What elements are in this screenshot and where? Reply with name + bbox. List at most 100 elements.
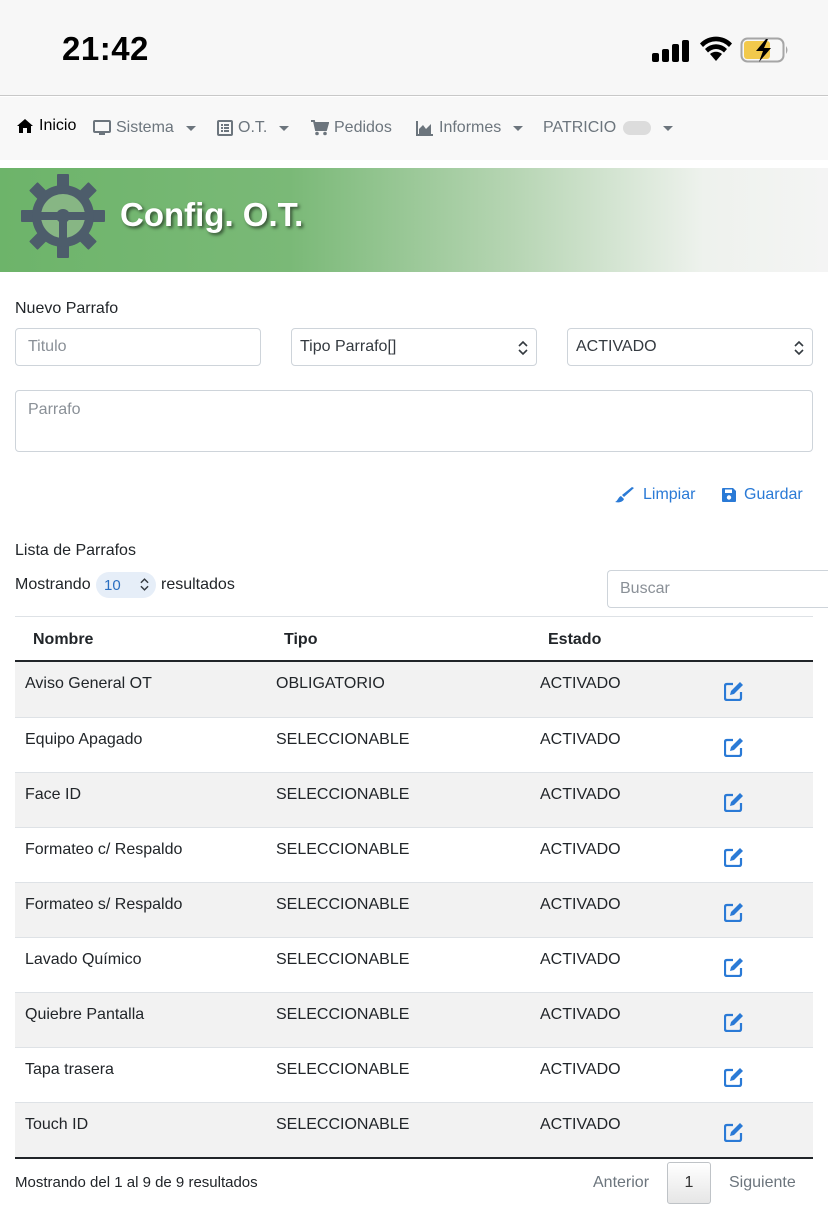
edit-icon[interactable]	[724, 902, 744, 922]
cell-tipo: OBLIGATORIO	[276, 675, 385, 692]
brush-icon	[615, 487, 634, 503]
edit-icon[interactable]	[724, 792, 744, 812]
save-icon	[722, 488, 736, 502]
tipo-parrafo-value: Tipo Parrafo[]	[300, 338, 397, 355]
column-header-nombre[interactable]: Nombre	[33, 631, 93, 649]
limpiar-label: Limpiar	[643, 486, 696, 503]
caret-down-icon	[513, 125, 524, 131]
edit-icon[interactable]	[724, 1012, 744, 1032]
nav-item-pedidos[interactable]: Pedidos	[311, 119, 392, 137]
cell-estado: ACTIVADO	[540, 675, 621, 692]
page-length-value: 10	[104, 576, 121, 594]
cell-estado: ACTIVADO	[540, 951, 621, 968]
table-row: Touch ID SELECCIONABLE ACTIVADO	[15, 1102, 813, 1157]
cell-tipo: SELECCIONABLE	[276, 1116, 410, 1133]
list-label: Lista de Parrafos	[15, 542, 136, 559]
nav-item-user[interactable]: PATRICIO	[543, 119, 674, 137]
search-input[interactable]: Buscar	[607, 570, 828, 608]
titulo-placeholder: Titulo	[28, 338, 67, 355]
list-icon	[217, 120, 233, 136]
nav-item-inicio[interactable]: Inicio	[16, 117, 76, 135]
search-placeholder: Buscar	[620, 580, 670, 597]
cell-tipo: SELECCIONABLE	[276, 951, 410, 968]
nav-label: O.T.	[238, 119, 268, 136]
cell-nombre: Formateo s/ Respaldo	[25, 896, 183, 913]
select-arrows-icon	[140, 578, 149, 591]
select-arrows-icon	[518, 340, 528, 356]
home-icon	[17, 119, 33, 133]
edit-icon[interactable]	[724, 1067, 744, 1087]
cell-tipo: SELECCIONABLE	[276, 1006, 410, 1023]
cell-estado: ACTIVADO	[540, 841, 621, 858]
edit-icon[interactable]	[724, 737, 744, 757]
nav-label: Pedidos	[334, 119, 392, 136]
guardar-label: Guardar	[744, 486, 803, 503]
nav-item-ot[interactable]: O.T.	[217, 119, 290, 137]
cell-nombre: Quiebre Pantalla	[25, 1006, 145, 1023]
nav-item-sistema[interactable]: Sistema	[93, 119, 196, 137]
table-row: Tapa trasera SELECCIONABLE ACTIVADO	[15, 1047, 813, 1102]
guardar-button[interactable]: Guardar	[722, 486, 803, 504]
cell-estado: ACTIVADO	[540, 786, 621, 803]
paragraphs-table: Nombre Tipo Estado Aviso General OT OBLIG…	[15, 616, 813, 1159]
nav-item-informes[interactable]: Informes	[416, 119, 524, 137]
clock: 21:42	[62, 30, 149, 67]
cell-nombre: Face ID	[25, 786, 82, 803]
cellular-signal-icon	[652, 38, 692, 62]
wifi-icon	[700, 36, 732, 61]
column-header-estado[interactable]: Estado	[548, 631, 601, 649]
battery-charging-icon	[740, 37, 788, 63]
cell-tipo: SELECCIONABLE	[276, 731, 410, 748]
cell-tipo: SELECCIONABLE	[276, 1061, 410, 1078]
table-row: Lavado Químico SELECCIONABLE ACTIVADO	[15, 937, 813, 992]
cart-icon	[311, 120, 329, 136]
new-paragraph-label: Nuevo Parrafo	[15, 300, 119, 317]
cell-nombre: Lavado Químico	[25, 951, 142, 968]
showing-suffix: resultados	[161, 576, 235, 593]
estado-value: ACTIVADO	[576, 338, 657, 355]
cell-tipo: SELECCIONABLE	[276, 841, 410, 858]
table-row: Quiebre Pantalla SELECCIONABLE ACTIVADO	[15, 992, 813, 1047]
caret-down-icon	[185, 125, 196, 131]
edit-icon[interactable]	[724, 957, 744, 977]
table-body: Aviso General OT OBLIGATORIO ACTIVADO Equip…	[15, 662, 813, 1157]
cell-estado: ACTIVADO	[540, 731, 621, 748]
table-bottom-border	[15, 1157, 813, 1159]
tipo-parrafo-select[interactable]: Tipo Parrafo[]	[291, 328, 537, 366]
table-header: Nombre Tipo Estado	[15, 616, 813, 662]
monitor-icon	[93, 120, 111, 135]
main-navbar: Inicio Sistema O.T. Pedidos Informes PAT…	[0, 97, 828, 160]
table-row: Equipo Apagado SELECCIONABLE ACTIVADO	[15, 717, 813, 772]
cell-estado: ACTIVADO	[540, 1116, 621, 1133]
cell-nombre: Aviso General OT	[25, 675, 152, 692]
edit-icon[interactable]	[724, 1122, 744, 1142]
page-length-select[interactable]: 10	[96, 572, 156, 598]
table-info: Mostrando del 1 al 9 de 9 resultados	[15, 1174, 258, 1191]
user-name: PATRICIO	[543, 119, 617, 136]
nav-label: Sistema	[116, 119, 174, 136]
cell-nombre: Equipo Apagado	[25, 731, 143, 748]
parrafo-textarea[interactable]: Parrafo	[15, 390, 813, 452]
cell-estado: ACTIVADO	[540, 1006, 621, 1023]
cell-estado: ACTIVADO	[540, 1061, 621, 1078]
edit-icon[interactable]	[724, 681, 744, 701]
table-row: Face ID SELECCIONABLE ACTIVADO	[15, 772, 813, 827]
redacted-text	[623, 121, 652, 135]
next-page-button[interactable]: Siguiente	[729, 1162, 796, 1204]
select-arrows-icon	[794, 340, 804, 356]
edit-icon[interactable]	[724, 847, 744, 867]
limpiar-button[interactable]: Limpiar	[615, 486, 695, 504]
column-header-tipo[interactable]: Tipo	[284, 631, 317, 649]
caret-down-icon	[279, 125, 290, 131]
titulo-input[interactable]: Titulo	[15, 328, 261, 366]
previous-page-button[interactable]: Anterior	[593, 1162, 649, 1204]
cell-nombre: Formateo c/ Respaldo	[25, 841, 183, 858]
table-row: Formateo s/ Respaldo SELECCIONABLE ACTIVAD…	[15, 882, 813, 937]
page-1-button[interactable]: 1	[667, 1162, 711, 1204]
cell-tipo: SELECCIONABLE	[276, 896, 410, 913]
nav-label: Inicio	[39, 117, 77, 134]
showing-prefix: Mostrando	[15, 576, 91, 593]
status-bar: 21:42	[0, 0, 828, 96]
estado-select[interactable]: ACTIVADO	[567, 328, 813, 366]
table-row: Formateo c/ Respaldo SELECCIONABLE ACTIVAD…	[15, 827, 813, 882]
